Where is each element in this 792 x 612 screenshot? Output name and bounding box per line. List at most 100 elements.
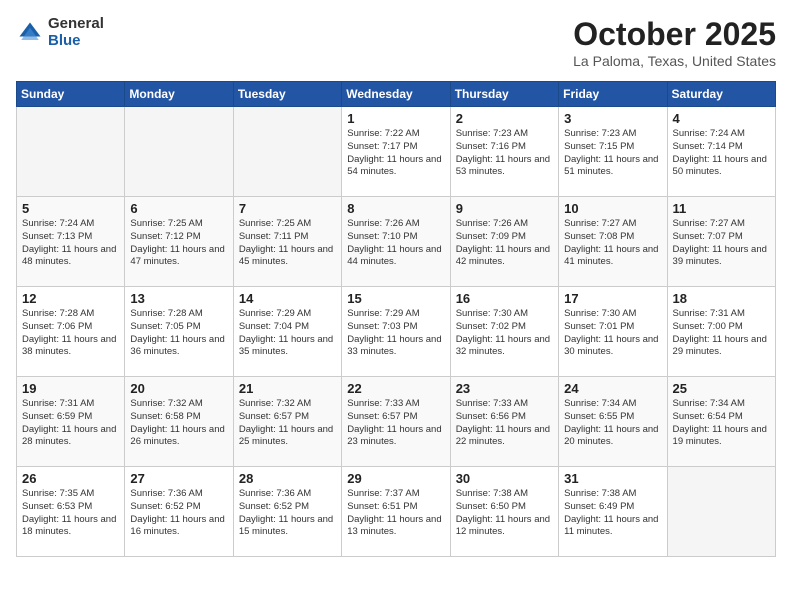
day-info: Sunrise: 7:32 AMSunset: 6:58 PMDaylight:… <box>130 398 227 449</box>
weekday-header-row: Sunday Monday Tuesday Wednesday Thursday… <box>17 82 776 107</box>
day-number: 14 <box>239 291 336 306</box>
header-monday: Monday <box>125 82 233 107</box>
day-info: Sunrise: 7:30 AMSunset: 7:01 PMDaylight:… <box>564 308 661 359</box>
day-info: Sunrise: 7:28 AMSunset: 7:05 PMDaylight:… <box>130 308 227 359</box>
calendar-cell: 29Sunrise: 7:37 AMSunset: 6:51 PMDayligh… <box>342 467 450 557</box>
day-number: 26 <box>22 471 119 486</box>
day-number: 13 <box>130 291 227 306</box>
calendar-cell: 18 Sunrise: 7:31 AMSunset: 7:00 PMDayligh… <box>667 287 775 377</box>
day-number: 17 <box>564 291 661 306</box>
calendar-cell: 24Sunrise: 7:34 AMSunset: 6:55 PMDayligh… <box>559 377 667 467</box>
header-sunday: Sunday <box>17 82 125 107</box>
day-number: 9 <box>456 201 553 216</box>
day-number: 12 <box>22 291 119 306</box>
calendar-location: La Paloma, Texas, United States <box>573 53 776 69</box>
day-number: 15 <box>347 291 444 306</box>
day-info: Sunrise: 7:32 AMSunset: 6:57 PMDaylight:… <box>239 398 336 449</box>
day-number: 22 <box>347 381 444 396</box>
calendar-title: October 2025 <box>573 16 776 53</box>
calendar-cell: 8 Sunrise: 7:26 AMSunset: 7:10 PMDaylight… <box>342 197 450 287</box>
title-block: October 2025 La Paloma, Texas, United St… <box>573 16 776 69</box>
calendar-cell: 15 Sunrise: 7:29 AMSunset: 7:03 PMDayligh… <box>342 287 450 377</box>
day-number: 1 <box>347 111 444 126</box>
day-number: 19 <box>22 381 119 396</box>
day-number: 21 <box>239 381 336 396</box>
calendar-cell: 20 Sunrise: 7:32 AMSunset: 6:58 PMDayligh… <box>125 377 233 467</box>
calendar-cell: 23 Sunrise: 7:33 AMSunset: 6:56 PMDayligh… <box>450 377 558 467</box>
logo-icon <box>16 19 44 47</box>
day-info: Sunrise: 7:37 AMSunset: 6:51 PMDaylight:… <box>347 488 444 539</box>
day-info: Sunrise: 7:23 AMSunset: 7:16 PMDaylight:… <box>456 128 553 179</box>
day-info: Sunrise: 7:26 AMSunset: 7:09 PMDaylight:… <box>456 218 553 269</box>
logo: General Blue <box>16 16 104 49</box>
calendar-cell: 11 Sunrise: 7:27 AMSunset: 7:07 PMDayligh… <box>667 197 775 287</box>
day-info: Sunrise: 7:29 AMSunset: 7:03 PMDaylight:… <box>347 308 444 359</box>
page-header: General Blue October 2025 La Paloma, Tex… <box>16 16 776 69</box>
header-tuesday: Tuesday <box>233 82 341 107</box>
day-number: 3 <box>564 111 661 126</box>
calendar-cell <box>233 107 341 197</box>
calendar-cell: 3 Sunrise: 7:23 AMSunset: 7:15 PMDaylight… <box>559 107 667 197</box>
calendar-cell <box>125 107 233 197</box>
day-number: 2 <box>456 111 553 126</box>
day-info: Sunrise: 7:27 AMSunset: 7:07 PMDaylight:… <box>673 218 770 269</box>
day-info: Sunrise: 7:24 AMSunset: 7:14 PMDaylight:… <box>673 128 770 179</box>
day-number: 11 <box>673 201 770 216</box>
calendar-cell: 26 Sunrise: 7:35 AMSunset: 6:53 PMDayligh… <box>17 467 125 557</box>
week-row-2: 5 Sunrise: 7:24 AMSunset: 7:13 PMDaylight… <box>17 197 776 287</box>
day-info: Sunrise: 7:36 AMSunset: 6:52 PMDaylight:… <box>239 488 336 539</box>
week-row-4: 19Sunrise: 7:31 AMSunset: 6:59 PMDayligh… <box>17 377 776 467</box>
calendar-cell: 9 Sunrise: 7:26 AMSunset: 7:09 PMDaylight… <box>450 197 558 287</box>
day-info: Sunrise: 7:25 AMSunset: 7:11 PMDaylight:… <box>239 218 336 269</box>
day-number: 24 <box>564 381 661 396</box>
calendar-cell <box>667 467 775 557</box>
day-number: 6 <box>130 201 227 216</box>
calendar-cell: 17 Sunrise: 7:30 AMSunset: 7:01 PMDayligh… <box>559 287 667 377</box>
day-number: 10 <box>564 201 661 216</box>
header-saturday: Saturday <box>667 82 775 107</box>
day-info: Sunrise: 7:29 AMSunset: 7:04 PMDaylight:… <box>239 308 336 359</box>
calendar-cell: 16Sunrise: 7:30 AMSunset: 7:02 PMDayligh… <box>450 287 558 377</box>
header-thursday: Thursday <box>450 82 558 107</box>
day-number: 31 <box>564 471 661 486</box>
calendar-cell: 14 Sunrise: 7:29 AMSunset: 7:04 PMDayligh… <box>233 287 341 377</box>
day-number: 23 <box>456 381 553 396</box>
logo-blue: Blue <box>48 33 104 50</box>
day-info: Sunrise: 7:36 AMSunset: 6:52 PMDaylight:… <box>130 488 227 539</box>
logo-text: General Blue <box>48 16 104 49</box>
calendar-cell: 30Sunrise: 7:38 AMSunset: 6:50 PMDayligh… <box>450 467 558 557</box>
calendar-cell <box>17 107 125 197</box>
day-number: 8 <box>347 201 444 216</box>
day-info: Sunrise: 7:25 AMSunset: 7:12 PMDaylight:… <box>130 218 227 269</box>
calendar-cell: 25Sunrise: 7:34 AMSunset: 6:54 PMDayligh… <box>667 377 775 467</box>
calendar-cell: 5 Sunrise: 7:24 AMSunset: 7:13 PMDaylight… <box>17 197 125 287</box>
calendar-cell: 19Sunrise: 7:31 AMSunset: 6:59 PMDayligh… <box>17 377 125 467</box>
calendar-cell: 27 Sunrise: 7:36 AMSunset: 6:52 PMDayligh… <box>125 467 233 557</box>
day-number: 18 <box>673 291 770 306</box>
day-number: 28 <box>239 471 336 486</box>
day-info: Sunrise: 7:22 AMSunset: 7:17 PMDaylight:… <box>347 128 444 179</box>
calendar-cell: 22Sunrise: 7:33 AMSunset: 6:57 PMDayligh… <box>342 377 450 467</box>
day-info: Sunrise: 7:24 AMSunset: 7:13 PMDaylight:… <box>22 218 119 269</box>
day-number: 7 <box>239 201 336 216</box>
day-info: Sunrise: 7:23 AMSunset: 7:15 PMDaylight:… <box>564 128 661 179</box>
calendar-cell: 13 Sunrise: 7:28 AMSunset: 7:05 PMDayligh… <box>125 287 233 377</box>
day-number: 20 <box>130 381 227 396</box>
calendar-cell: 7 Sunrise: 7:25 AMSunset: 7:11 PMDaylight… <box>233 197 341 287</box>
day-number: 27 <box>130 471 227 486</box>
day-number: 16 <box>456 291 553 306</box>
day-info: Sunrise: 7:31 AMSunset: 7:00 PMDaylight:… <box>673 308 770 359</box>
day-info: Sunrise: 7:38 AMSunset: 6:50 PMDaylight:… <box>456 488 553 539</box>
week-row-1: 1 Sunrise: 7:22 AMSunset: 7:17 PMDaylight… <box>17 107 776 197</box>
day-number: 5 <box>22 201 119 216</box>
day-info: Sunrise: 7:26 AMSunset: 7:10 PMDaylight:… <box>347 218 444 269</box>
logo-general: General <box>48 16 104 33</box>
calendar-cell: 12 Sunrise: 7:28 AMSunset: 7:06 PMDayligh… <box>17 287 125 377</box>
calendar-cell: 28 Sunrise: 7:36 AMSunset: 6:52 PMDayligh… <box>233 467 341 557</box>
calendar-table: Sunday Monday Tuesday Wednesday Thursday… <box>16 81 776 557</box>
day-info: Sunrise: 7:33 AMSunset: 6:56 PMDaylight:… <box>456 398 553 449</box>
day-info: Sunrise: 7:27 AMSunset: 7:08 PMDaylight:… <box>564 218 661 269</box>
day-info: Sunrise: 7:35 AMSunset: 6:53 PMDaylight:… <box>22 488 119 539</box>
day-info: Sunrise: 7:28 AMSunset: 7:06 PMDaylight:… <box>22 308 119 359</box>
calendar-cell: 31Sunrise: 7:38 AMSunset: 6:49 PMDayligh… <box>559 467 667 557</box>
